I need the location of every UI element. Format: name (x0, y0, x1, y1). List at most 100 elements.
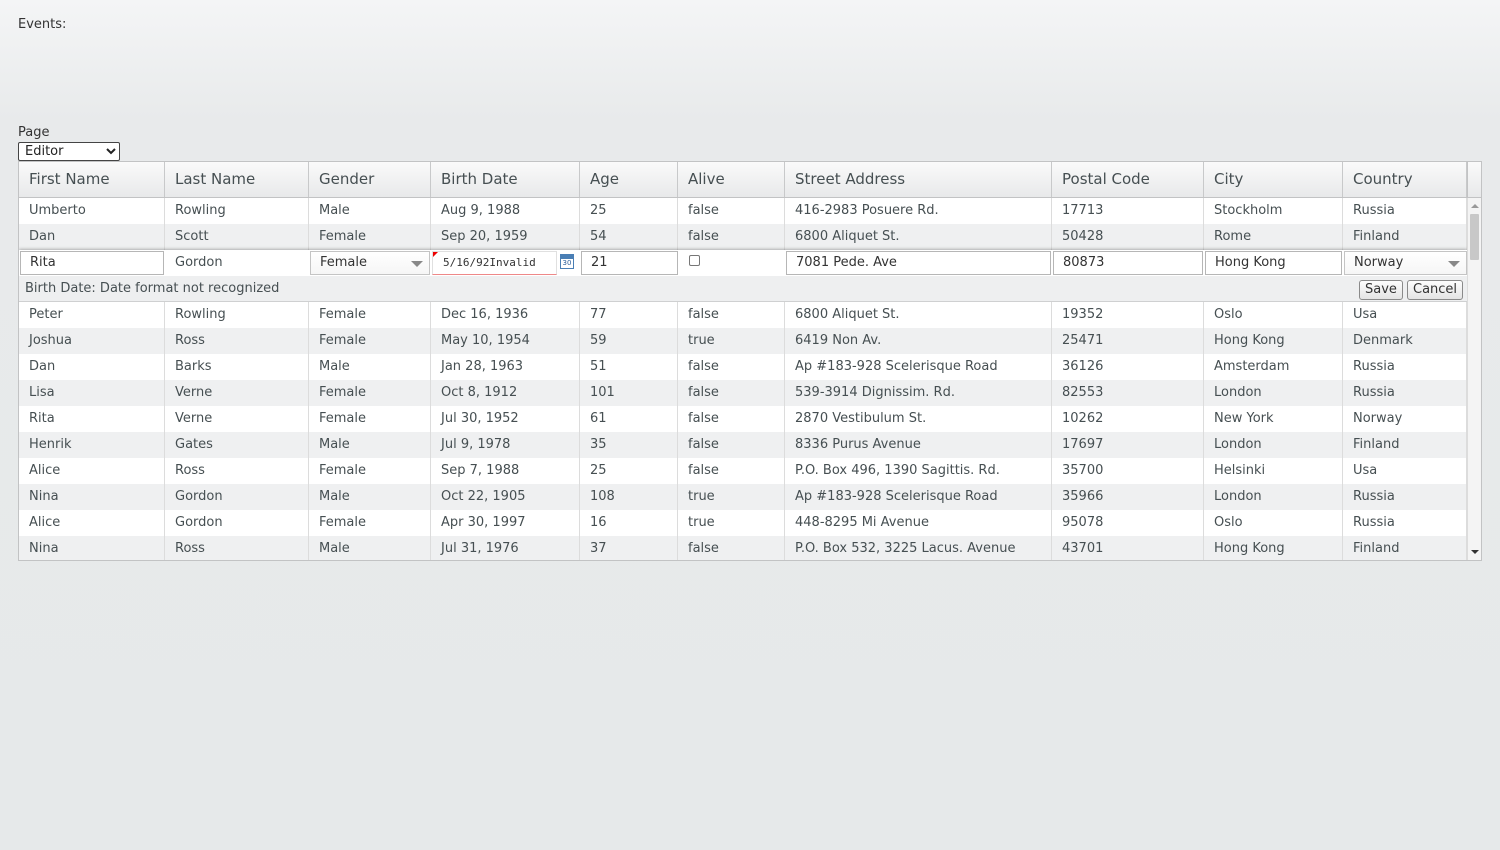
birth-date-field[interactable]: 5/16/92Invalid (432, 251, 557, 275)
first-name-cell: Dan (19, 354, 165, 380)
table-row[interactable]: Dan Scott Female Sep 20, 1959 54 false 6800 Al… (19, 224, 1467, 250)
age-cell: 61 (580, 406, 678, 432)
postal-code-cell: 35966 (1052, 484, 1204, 510)
table-row[interactable]: Henrik Gates Male Jul 9, 1978 35 false 8336 Pu… (19, 432, 1467, 458)
save-button[interactable]: Save (1359, 280, 1403, 300)
country-cell: Russia (1343, 380, 1467, 406)
postal-code-field[interactable]: 80873 (1053, 251, 1203, 275)
country-cell: Finland (1343, 432, 1467, 458)
column-header-alive[interactable]: Alive (678, 162, 785, 197)
scroll-up-icon[interactable] (1471, 204, 1479, 208)
postal-code-cell: 36126 (1052, 354, 1204, 380)
page-label: Page (18, 125, 50, 140)
city-cell: Oslo (1204, 510, 1343, 536)
birth-date-value: 5/16/92Invalid (443, 256, 536, 269)
scroll-down-icon[interactable] (1471, 550, 1479, 554)
age-cell: 16 (580, 510, 678, 536)
alive-cell: false (678, 432, 785, 458)
street-address-cell: 2870 Vestibulum St. (785, 406, 1052, 432)
country-combo[interactable]: Norway (1344, 251, 1467, 275)
alive-cell: false (678, 458, 785, 484)
column-header-country[interactable]: Country (1343, 162, 1467, 197)
age-cell: 54 (580, 224, 678, 250)
city-cell: New York (1204, 406, 1343, 432)
age-cell: 108 (580, 484, 678, 510)
last-name-cell: Gordon (165, 484, 309, 510)
postal-code-cell: 19352 (1052, 302, 1204, 328)
alive-cell: false (678, 302, 785, 328)
postal-code-cell: 25471 (1052, 328, 1204, 354)
city-field[interactable]: Hong Kong (1205, 251, 1342, 275)
column-header-city[interactable]: City (1204, 162, 1343, 197)
column-header-street-address[interactable]: Street Address (785, 162, 1052, 197)
street-address-cell: 539-3914 Dignissim. Rd. (785, 380, 1052, 406)
gender-combo[interactable]: Female (310, 251, 430, 275)
table-row[interactable]: Dan Barks Male Jan 28, 1963 51 false Ap #183-9… (19, 354, 1467, 380)
vertical-scrollbar[interactable] (1467, 198, 1481, 560)
age-field[interactable]: 21 (581, 251, 678, 275)
country-cell: Usa (1343, 458, 1467, 484)
table-row[interactable]: Lisa Verne Female Oct 8, 1912 101 false 539-39… (19, 380, 1467, 406)
age-cell: 25 (580, 198, 678, 224)
chevron-down-icon[interactable] (411, 261, 423, 267)
postal-code-cell: 17697 (1052, 432, 1204, 458)
last-name-cell: Scott (165, 224, 309, 250)
age-cell: 59 (580, 328, 678, 354)
last-name-cell: Verne (165, 380, 309, 406)
first-name-cell: Alice (19, 458, 165, 484)
editor-row: Rita Gordon Female 5/16/92Invalid 30 21 … (19, 250, 1467, 276)
table-row[interactable]: Alice Gordon Female Apr 30, 1997 16 true 448-8… (19, 510, 1467, 536)
alive-cell: true (678, 328, 785, 354)
country-value: Norway (1354, 255, 1404, 270)
alive-cell: false (678, 354, 785, 380)
gender-cell: Female (309, 302, 431, 328)
calendar-icon-number: 30 (562, 259, 572, 267)
city-cell: Hong Kong (1204, 536, 1343, 560)
table-row[interactable]: Joshua Ross Female May 10, 1954 59 true 6419 N… (19, 328, 1467, 354)
postal-code-cell: 95078 (1052, 510, 1204, 536)
street-address-cell: P.O. Box 532, 3225 Lacus. Avenue (785, 536, 1052, 560)
first-name-field[interactable]: Rita (20, 251, 164, 275)
first-name-cell: Henrik (19, 432, 165, 458)
gender-cell: Female (309, 328, 431, 354)
city-cell: London (1204, 432, 1343, 458)
table-row[interactable]: Rita Verne Female Jul 30, 1952 61 false 2870 V… (19, 406, 1467, 432)
table-row[interactable]: Nina Ross Male Jul 31, 1976 37 false P.O. Box … (19, 536, 1467, 560)
birth-date-cell: Jul 9, 1978 (431, 432, 580, 458)
column-header-postal-code[interactable]: Postal Code (1052, 162, 1204, 197)
country-cell: Norway (1343, 406, 1467, 432)
column-header-last-name[interactable]: Last Name (165, 162, 309, 197)
table-row[interactable]: Alice Ross Female Sep 7, 1988 25 false P.O. Bo… (19, 458, 1467, 484)
data-grid: First Name Last Name Gender Birth Date Age Al… (18, 161, 1482, 561)
column-header-age[interactable]: Age (580, 162, 678, 197)
city-cell: Hong Kong (1204, 328, 1343, 354)
page-select[interactable]: Editor (18, 142, 120, 161)
gender-cell: Male (309, 354, 431, 380)
alive-cell: false (678, 224, 785, 250)
cancel-button[interactable]: Cancel (1407, 280, 1464, 300)
calendar-icon[interactable]: 30 (560, 254, 574, 269)
alive-cell: true (678, 484, 785, 510)
table-row[interactable]: Nina Gordon Male Oct 22, 1905 108 true Ap #183… (19, 484, 1467, 510)
alive-cell: false (678, 536, 785, 560)
alive-checkbox[interactable] (689, 255, 700, 266)
column-header-birth-date[interactable]: Birth Date (431, 162, 580, 197)
street-address-cell: 6800 Aliquet St. (785, 224, 1052, 250)
first-name-cell: Dan (19, 224, 165, 250)
last-name-cell: Rowling (165, 302, 309, 328)
column-header-gender[interactable]: Gender (309, 162, 431, 197)
age-cell: 101 (580, 380, 678, 406)
column-header-first-name[interactable]: First Name (19, 162, 165, 197)
first-name-cell: Umberto (19, 198, 165, 224)
validation-error-message: Birth Date: Date format not recognized (25, 281, 280, 296)
table-row[interactable]: Peter Rowling Female Dec 16, 1936 77 false 680… (19, 302, 1467, 328)
scroll-thumb[interactable] (1470, 214, 1479, 260)
country-cell: Finland (1343, 536, 1467, 560)
chevron-down-icon[interactable] (1448, 261, 1460, 267)
last-name-cell: Gates (165, 432, 309, 458)
postal-code-cell: 17713 (1052, 198, 1204, 224)
gender-cell: Male (309, 198, 431, 224)
street-address-field[interactable]: 7081 Pede. Ave (786, 251, 1051, 275)
table-row[interactable]: Umberto Rowling Male Aug 9, 1988 25 false 416-… (19, 198, 1467, 224)
country-cell: Russia (1343, 198, 1467, 224)
